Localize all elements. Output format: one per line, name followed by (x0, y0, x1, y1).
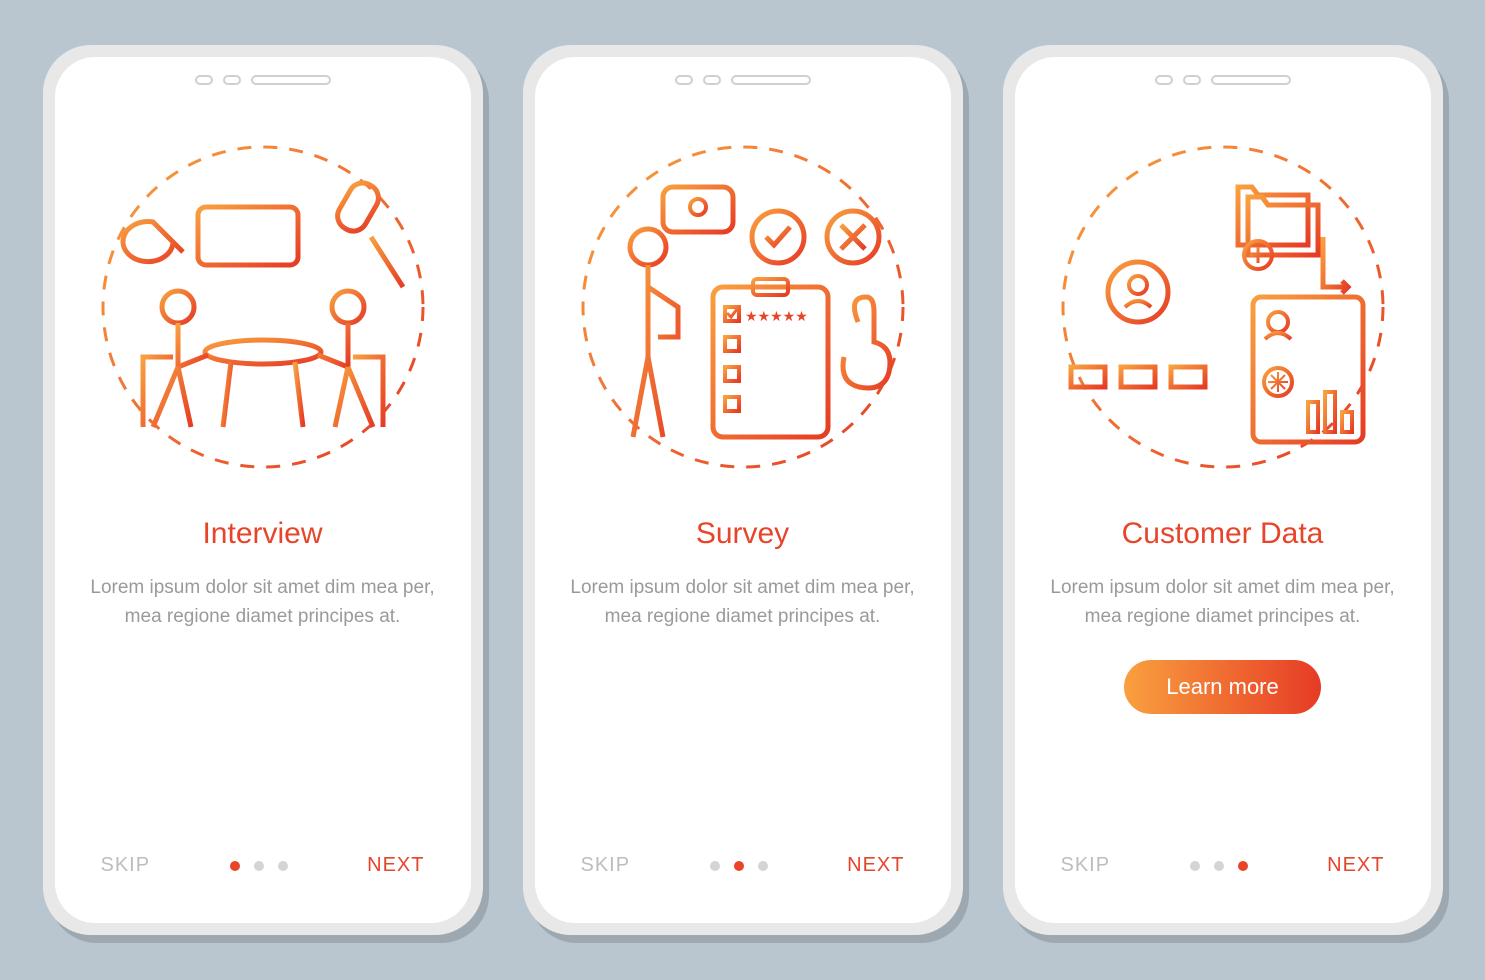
learn-more-button[interactable]: Learn more (1124, 660, 1321, 714)
page-indicator (710, 861, 768, 871)
survey-illustration: ★★★★★ (563, 127, 923, 487)
svg-text:★★★★★: ★★★★★ (745, 308, 808, 324)
skip-button[interactable]: SKIP (581, 854, 631, 877)
dot[interactable] (1214, 861, 1224, 871)
next-button[interactable]: NEXT (1327, 854, 1384, 877)
screen-description: Lorem ipsum dolor sit amet dim mea per, … (568, 573, 918, 632)
dot[interactable] (1190, 861, 1200, 871)
onboarding-screen-3: Customer Data Lorem ipsum dolor sit amet… (1015, 57, 1431, 923)
phone-mockup: Customer Data Lorem ipsum dolor sit amet… (1003, 45, 1443, 935)
skip-button[interactable]: SKIP (1061, 854, 1111, 877)
interview-illustration (83, 127, 443, 487)
phone-mockup: Interview Lorem ipsum dolor sit amet dim… (43, 45, 483, 935)
dot[interactable] (1238, 861, 1248, 871)
customer-data-illustration (1043, 127, 1403, 487)
onboarding-screen-1: Interview Lorem ipsum dolor sit amet dim… (55, 57, 471, 923)
screen-title: Interview (202, 517, 322, 551)
next-button[interactable]: NEXT (847, 854, 904, 877)
dot[interactable] (710, 861, 720, 871)
dot[interactable] (278, 861, 288, 871)
phone-notch (535, 75, 951, 85)
screen-title: Customer Data (1122, 517, 1324, 551)
page-indicator (1190, 861, 1248, 871)
dot[interactable] (734, 861, 744, 871)
dot[interactable] (254, 861, 264, 871)
dot[interactable] (758, 861, 768, 871)
skip-button[interactable]: SKIP (101, 854, 151, 877)
onboarding-screen-2: ★★★★★ Survey Lorem ipsum dolor sit amet … (535, 57, 951, 923)
phone-notch (55, 75, 471, 85)
screen-title: Survey (696, 517, 789, 551)
dot[interactable] (230, 861, 240, 871)
next-button[interactable]: NEXT (367, 854, 424, 877)
screen-description: Lorem ipsum dolor sit amet dim mea per, … (88, 573, 438, 632)
phone-mockup: ★★★★★ Survey Lorem ipsum dolor sit amet … (523, 45, 963, 935)
phone-notch (1015, 75, 1431, 85)
page-indicator (230, 861, 288, 871)
screen-description: Lorem ipsum dolor sit amet dim mea per, … (1048, 573, 1398, 632)
